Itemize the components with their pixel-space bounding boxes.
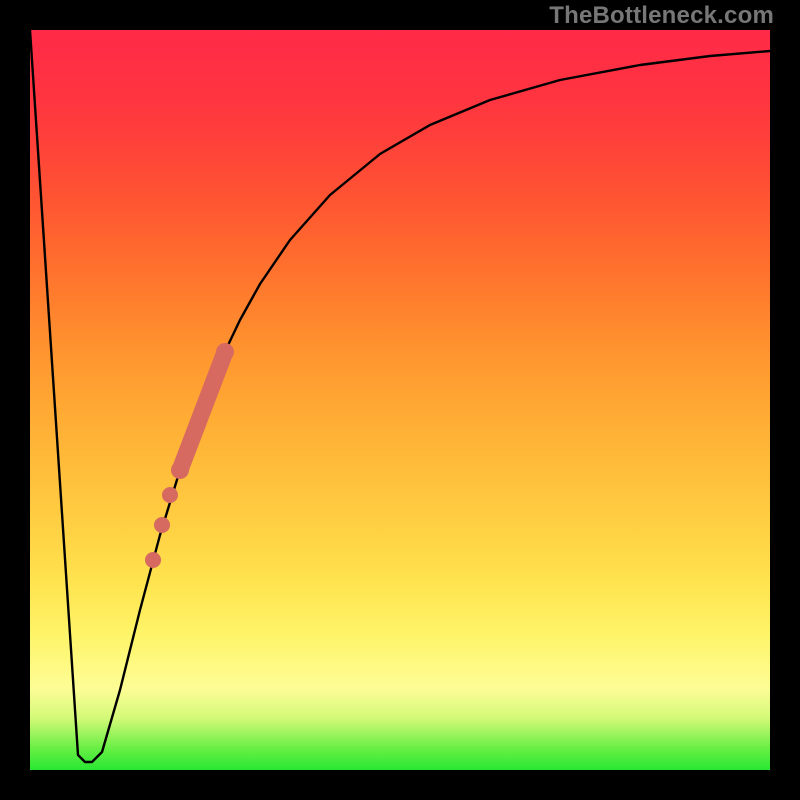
highlight-markers xyxy=(145,343,234,568)
watermark-text: TheBottleneck.com xyxy=(549,2,774,30)
chart-plot xyxy=(30,30,770,770)
highlight-dot xyxy=(162,487,178,503)
highlight-segment xyxy=(180,352,225,470)
bottleneck-curve xyxy=(30,30,770,762)
highlight-dot xyxy=(145,552,161,568)
highlight-dot xyxy=(171,461,189,479)
chart-frame: TheBottleneck.com xyxy=(0,0,800,800)
highlight-dot xyxy=(154,517,170,533)
highlight-dot xyxy=(216,343,234,361)
curve-group xyxy=(30,30,770,762)
